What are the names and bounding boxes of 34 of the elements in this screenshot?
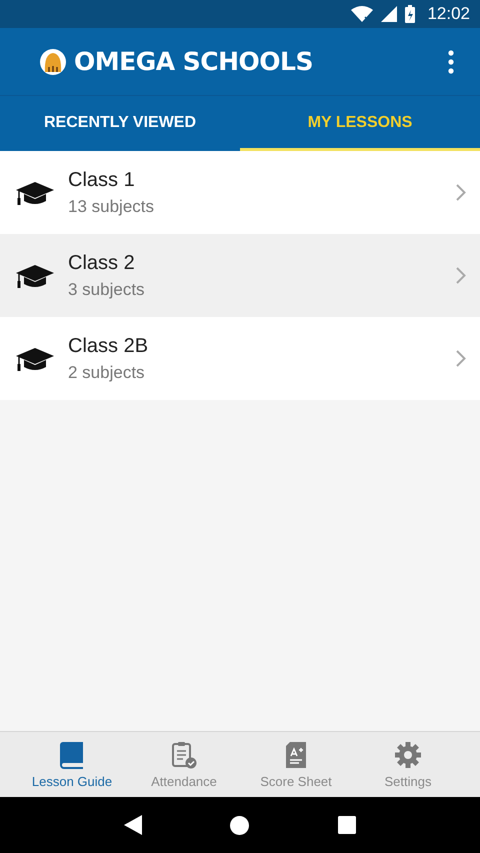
signal-icon bbox=[381, 6, 398, 22]
app-title: OMEGA SCHOOLS bbox=[74, 47, 314, 76]
back-icon[interactable] bbox=[124, 815, 142, 835]
document-icon bbox=[285, 740, 307, 768]
nav-tab[interactable]: Score Sheet bbox=[240, 732, 352, 797]
battery-icon bbox=[405, 5, 416, 23]
subject-count: 3 subjects bbox=[68, 280, 145, 300]
nav-tab[interactable]: Attendance bbox=[128, 732, 240, 797]
class-name: Class 2 bbox=[68, 252, 135, 274]
class-name: Class 1 bbox=[68, 168, 135, 192]
logo-icon bbox=[40, 48, 66, 74]
class-list-item[interactable]: Class 2 3 subjects bbox=[0, 234, 480, 317]
home-icon[interactable] bbox=[230, 816, 250, 834]
wifi-icon bbox=[351, 6, 374, 22]
chevron-right-icon bbox=[456, 350, 466, 367]
class-name: Class 2B bbox=[68, 334, 148, 358]
chevron-right-icon bbox=[456, 184, 466, 201]
graduation-cap-icon bbox=[16, 346, 54, 372]
status-time: 12:02 bbox=[427, 4, 470, 24]
subject-count: 13 subjects bbox=[68, 196, 154, 216]
graduation-cap-icon bbox=[16, 262, 54, 288]
class-list-item[interactable]: Class 1 13 subjects bbox=[0, 151, 480, 234]
nav-tab[interactable]: Settings bbox=[352, 732, 464, 797]
settings-icon bbox=[394, 740, 422, 768]
graduation-cap-icon bbox=[16, 180, 54, 206]
more-vert-icon bbox=[448, 50, 454, 74]
recents-icon[interactable] bbox=[338, 816, 356, 834]
class-list-item[interactable]: Class 2B 2 subjects bbox=[0, 317, 480, 400]
tab[interactable]: RECENTLY VIEWED bbox=[0, 96, 240, 151]
clipboard-check-icon bbox=[171, 740, 197, 768]
subject-count: 2 subjects bbox=[68, 362, 145, 382]
chevron-right-icon bbox=[456, 267, 466, 284]
nav-tab[interactable]: Lesson Guide bbox=[16, 732, 128, 797]
book-icon bbox=[59, 740, 85, 768]
